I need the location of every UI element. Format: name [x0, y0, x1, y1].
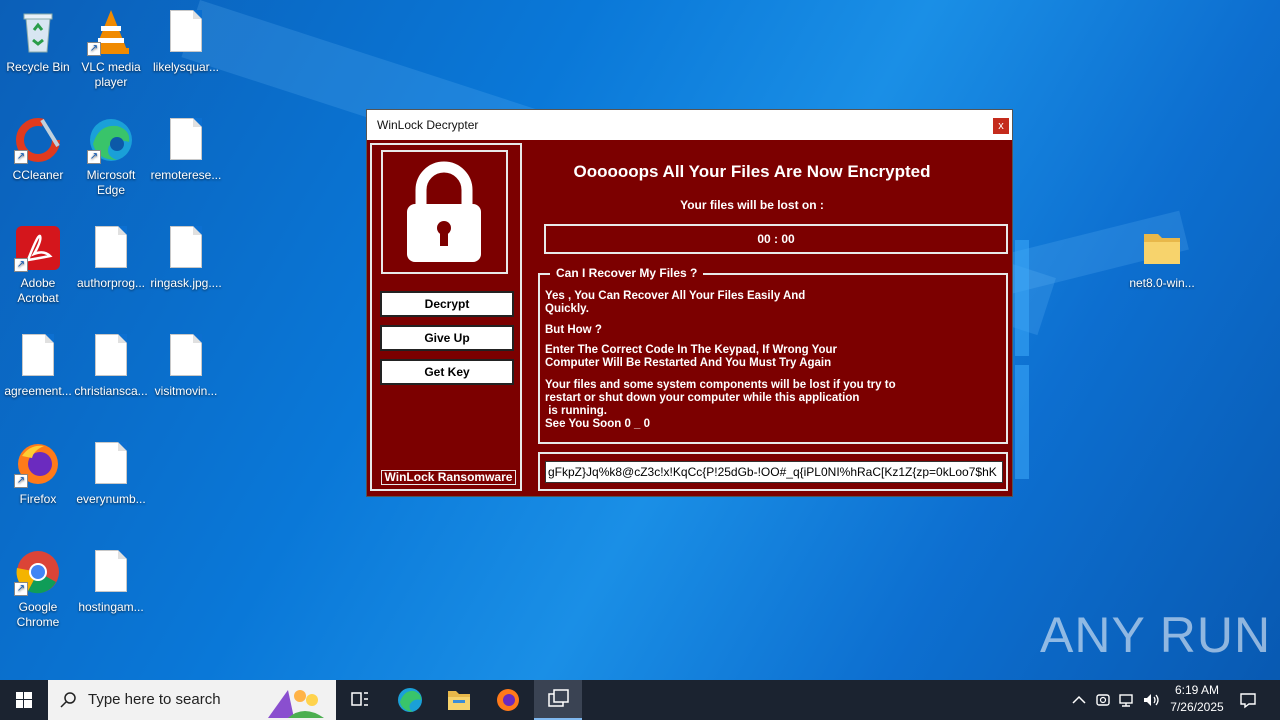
recover-info-group: Can I Recover My Files ? Yes , You Can R… — [538, 266, 1008, 444]
info-text-2: But How ? — [545, 324, 602, 336]
deadline-label: Your files will be lost on : — [680, 198, 824, 212]
key-input[interactable] — [545, 461, 1003, 483]
info-text-1: Yes , You Can Recover All Your Files Eas… — [545, 290, 806, 315]
search-placeholder: Type here to search — [88, 691, 221, 708]
taskbar-search[interactable]: Type here to search — [48, 680, 336, 720]
desktop-icon-net8-folder[interactable]: net8.0-win... — [1124, 224, 1200, 291]
desktop-icon-agreement[interactable]: agreement... — [0, 332, 76, 399]
desktop-icon-remoterese[interactable]: remoterese... — [148, 116, 224, 183]
info-text-4: Your files and some system components wi… — [545, 379, 896, 430]
vlc-icon: ↗ — [87, 8, 135, 56]
anyrun-watermark: ANY RUN — [1040, 607, 1272, 663]
desktop-icon-vlc[interactable]: ↗ VLC media player — [73, 8, 149, 90]
file-icon — [87, 440, 135, 488]
taskbar-firefox[interactable] — [484, 680, 532, 720]
clock-time: 6:19 AM — [1174, 683, 1220, 697]
chevron-up-icon[interactable] — [1069, 690, 1089, 710]
desktop-icon-authorprog[interactable]: authorprog... — [73, 224, 149, 291]
file-icon — [162, 116, 210, 164]
desktop-icon-visitmovin[interactable]: visitmovin... — [148, 332, 224, 399]
folder-icon — [1138, 224, 1186, 272]
shortcut-arrow-icon: ↗ — [87, 42, 101, 56]
decrypt-button[interactable]: Decrypt — [380, 291, 514, 317]
shortcut-arrow-icon: ↗ — [87, 150, 101, 164]
volume-icon[interactable] — [1141, 690, 1161, 710]
countdown-timer: 00 : 00 — [544, 224, 1008, 254]
shortcut-arrow-icon: ↗ — [14, 150, 28, 164]
dialog-titlebar[interactable]: WinLock Decrypter x — [367, 110, 1012, 140]
task-view-icon — [351, 692, 368, 706]
desktop-icon-chrome[interactable]: ↗ Google Chrome — [0, 548, 76, 630]
task-view-button[interactable] — [336, 680, 384, 720]
brand-label: WinLock Ransomware — [381, 470, 516, 485]
system-clock[interactable]: 6:19 AM 7/26/2025 — [1160, 682, 1234, 716]
clock-date: 7/26/2025 — [1170, 700, 1224, 714]
dialog-title: WinLock Decrypter — [377, 118, 479, 132]
desktop-icon-likelysquar[interactable]: likelysquar... — [148, 8, 224, 75]
headline: Oooooops All Your Files Are Now Encrypte… — [573, 162, 931, 181]
winlock-dialog: WinLock Decrypter x Decrypt Give Up Get … — [366, 109, 1013, 497]
lock-image — [381, 150, 508, 274]
desktop-icon-recycle-bin[interactable]: Recycle Bin — [0, 8, 76, 75]
recycle-bin-icon — [14, 8, 62, 56]
taskbar-winlock[interactable] — [534, 680, 582, 720]
folder-icon — [448, 691, 470, 710]
desktop-icon-ringask[interactable]: ringask.jpg.... — [148, 224, 224, 291]
info-text-3: Enter The Correct Code In The Keypad, If… — [545, 344, 838, 369]
search-icon — [60, 692, 76, 708]
start-button[interactable] — [0, 680, 48, 720]
meet-now-icon[interactable] — [1093, 690, 1113, 710]
taskbar: Type here to search 6:19 AM 7/26/2025 — [0, 680, 1280, 720]
windows-logo-icon — [16, 692, 32, 708]
desktop-icon-ccleaner[interactable]: ↗ CCleaner — [0, 116, 76, 183]
file-icon — [14, 332, 62, 380]
taskbar-file-explorer[interactable] — [435, 680, 483, 720]
notifications-icon[interactable] — [1238, 690, 1258, 710]
give-up-button[interactable]: Give Up — [380, 325, 514, 351]
shortcut-arrow-icon: ↗ — [14, 258, 28, 272]
firefox-icon — [497, 689, 519, 711]
shortcut-arrow-icon: ↗ — [14, 582, 28, 596]
desktop-icon-everynumb[interactable]: everynumb... — [73, 440, 149, 507]
chrome-icon: ↗ — [14, 548, 62, 596]
key-input-frame — [538, 452, 1008, 491]
close-button[interactable]: x — [992, 117, 1010, 135]
left-panel: Decrypt Give Up Get Key WinLock Ransomwa… — [370, 143, 522, 491]
desktop-icon-christiansca[interactable]: christiansca... — [73, 332, 149, 399]
file-icon — [87, 548, 135, 596]
network-icon[interactable] — [1117, 690, 1137, 710]
edge-icon: ↗ — [87, 116, 135, 164]
acrobat-icon: ↗ — [14, 224, 62, 272]
file-icon — [162, 8, 210, 56]
file-icon — [162, 224, 210, 272]
file-icon — [87, 224, 135, 272]
flowers-decoration-icon — [268, 690, 324, 718]
desktop-icon-hostingam[interactable]: hostingam... — [73, 548, 149, 615]
shortcut-arrow-icon: ↗ — [14, 474, 28, 488]
padlock-icon — [407, 161, 481, 262]
group-legend: Can I Recover My Files ? — [550, 266, 704, 280]
edge-icon — [398, 688, 422, 712]
taskbar-edge[interactable] — [386, 680, 434, 720]
file-icon — [162, 332, 210, 380]
firefox-icon: ↗ — [14, 440, 62, 488]
app-window-icon — [548, 689, 569, 707]
get-key-button[interactable]: Get Key — [380, 359, 514, 385]
ccleaner-icon: ↗ — [14, 116, 62, 164]
desktop-icon-firefox[interactable]: ↗ Firefox — [0, 440, 76, 507]
desktop-icon-edge[interactable]: ↗ Microsoft Edge — [73, 116, 149, 198]
desktop-icon-acrobat[interactable]: ↗ Adobe Acrobat — [0, 224, 76, 306]
file-icon — [87, 332, 135, 380]
